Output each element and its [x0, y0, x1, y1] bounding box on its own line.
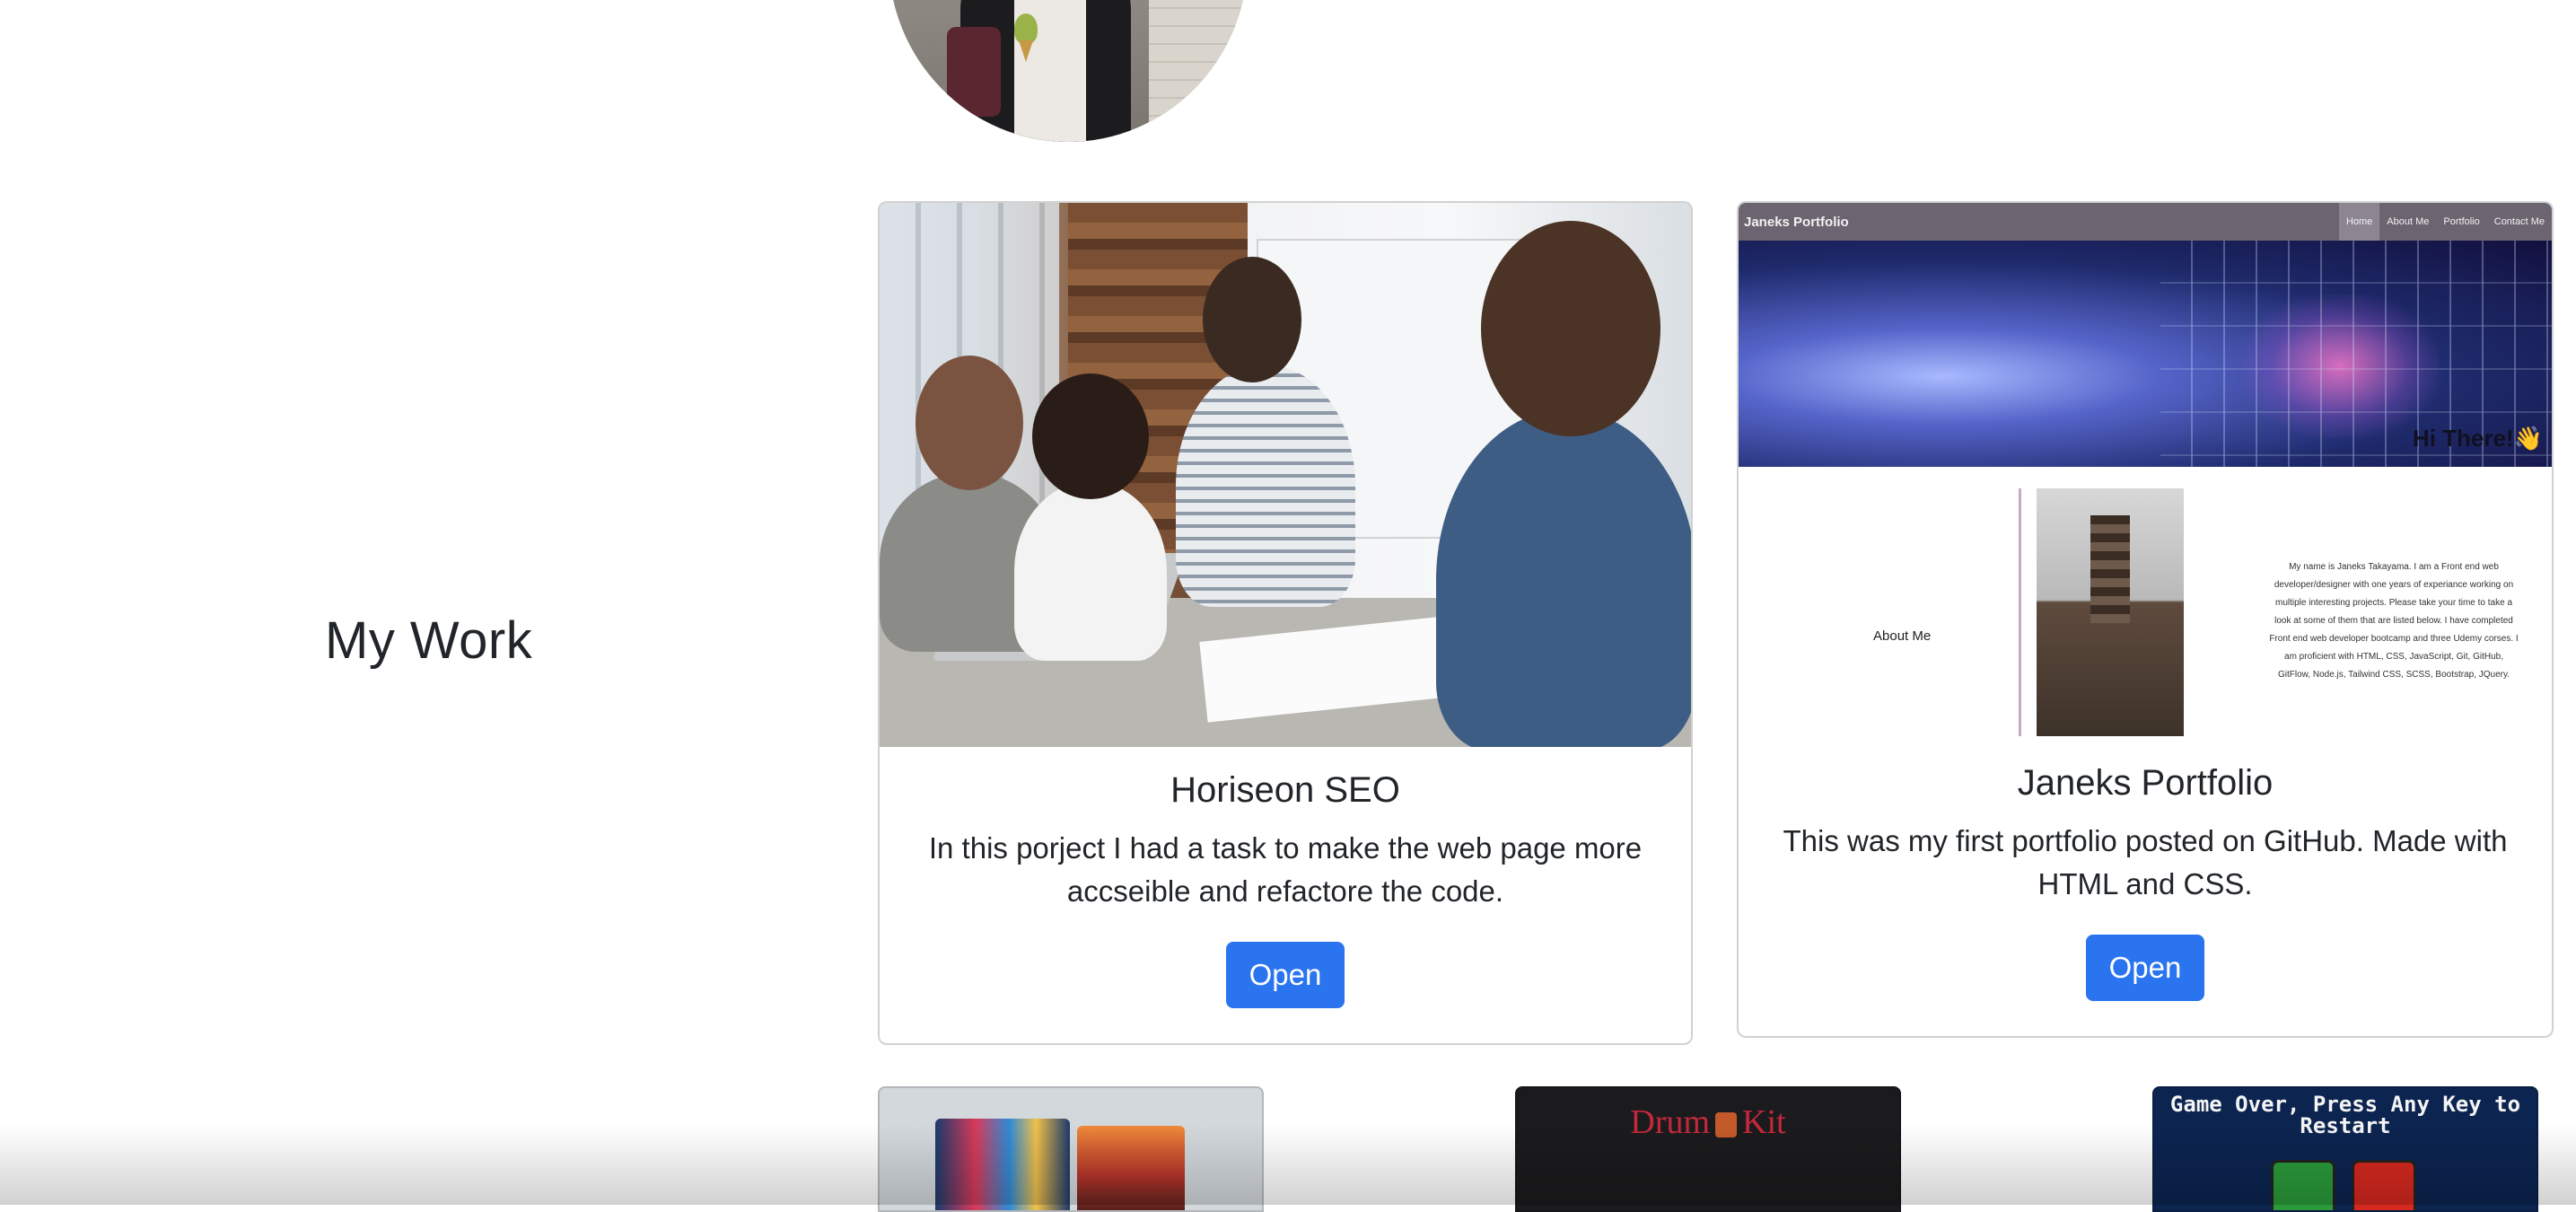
game-over-text: Game Over, Press Any Key to Restart [2169, 1092, 2521, 1138]
card-description: In this porject I had a task to make the… [928, 831, 1643, 908]
screenshot-nav-link: Home [2338, 203, 2380, 241]
section-title: My Work [325, 611, 533, 670]
drum-kit-title: Drum Kit [1630, 1103, 1786, 1141]
screenshot-nav-title: Janeks Portfolio [1744, 214, 1849, 230]
screenshot-nav-link: About Me [2387, 216, 2430, 227]
card-body: Janeks Portfolio This was my first portf… [1739, 740, 2552, 1001]
screenshot-nav-link: Contact Me [2493, 216, 2545, 227]
project-image-portfolio-screenshot: Janeks Portfolio Home About Me Portfolio… [1739, 203, 2552, 740]
card-title: Janeks Portfolio [2017, 763, 2274, 803]
card-title: Horiseon SEO [1170, 770, 1400, 810]
city-image [935, 1119, 1070, 1210]
avatar-icecream [1014, 13, 1038, 44]
avatar-background-wall [1149, 0, 1248, 142]
screenshot-hero-text: Hi There!👋 [2412, 425, 2543, 452]
screenshot-navbar: Janeks Portfolio Home About Me Portfolio… [1739, 203, 2552, 241]
avatar-bag [947, 27, 1001, 117]
project-card-portfolio: Janeks Portfolio Home About Me Portfolio… [1737, 201, 2554, 1038]
screenshot-about-section: About Me My name is Janeks Takayama. I a… [1739, 467, 2552, 740]
project-thumbnail-simon-game[interactable]: Game Over, Press Any Key to Restart [2152, 1086, 2538, 1212]
screenshot-profile-photo [2037, 488, 2184, 736]
screenshot-about-text: My name is Janeks Takayama. I am a Front… [2269, 562, 2519, 680]
drum-icon [1715, 1112, 1738, 1138]
screenshot-hero: Hi There!👋 [1739, 241, 2552, 467]
project-card-horiseon: Horiseon SEO In this porject I had a tas… [878, 201, 1693, 1045]
screenshot-nav-link: Portfolio [2443, 216, 2480, 227]
project-image-meeting [880, 203, 1691, 747]
temple-image [1077, 1126, 1185, 1210]
open-project-button[interactable]: Open [1225, 942, 1345, 1008]
card-description: This was my first portfolio posted on Gi… [1783, 824, 2508, 900]
project-thumbnail-drum-kit[interactable]: Drum Kit [1515, 1086, 1901, 1212]
game-green-button [2271, 1160, 2335, 1210]
game-red-button [2352, 1160, 2416, 1210]
avatar-icecream-cone [1019, 40, 1033, 62]
profile-avatar [889, 0, 1248, 142]
card-body: Horiseon SEO In this porject I had a tas… [880, 747, 1691, 1008]
open-project-button[interactable]: Open [2085, 935, 2205, 1001]
project-thumbnail-travel[interactable] [878, 1086, 1264, 1212]
screenshot-about-label: About Me [1873, 628, 1932, 644]
